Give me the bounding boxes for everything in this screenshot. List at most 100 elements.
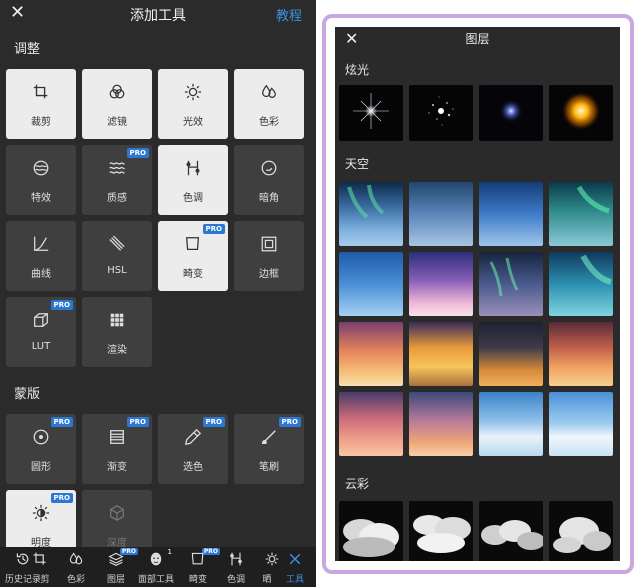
tool-label: 光效: [183, 117, 203, 128]
brightness-icon: [32, 504, 50, 522]
tool-label: HSL: [107, 265, 127, 276]
cloud-icon: [481, 520, 543, 550]
section-title-cloud: 云彩: [345, 477, 370, 491]
tool-tile-curve[interactable]: 曲线: [6, 221, 76, 291]
tool-tile-tone[interactable]: 色调: [158, 145, 228, 215]
eyedropper-icon: [184, 428, 202, 446]
layer-thumb-cloud-2[interactable]: [409, 501, 473, 561]
blue-flare-icon: [499, 99, 523, 123]
layer-thumb-sky-9[interactable]: [339, 322, 403, 386]
face-icon: [150, 552, 162, 566]
layer-thumb-sky-5[interactable]: [339, 252, 403, 316]
tool-label: 暗角: [259, 193, 279, 204]
page-title: 添加工具: [130, 8, 186, 24]
gradient-mask-icon: [110, 430, 124, 444]
layer-thumb-sky-13[interactable]: [339, 392, 403, 456]
sparkle-flare-icon: [428, 96, 454, 126]
add-tool-panel: ✕ 添加工具 教程 调整 裁剪 滤镜 光效 色彩 特效 PRO 质感 色调 暗角…: [0, 0, 316, 587]
mask-tile-gradient[interactable]: PRO 渐变: [82, 414, 152, 484]
layer-thumb-sky-11[interactable]: [479, 322, 543, 386]
layer-thumb-sky-8[interactable]: [549, 252, 613, 316]
tool-label: 笔刷: [259, 462, 279, 473]
screenshot-composite: ✕ 添加工具 教程 调整 裁剪 滤镜 光效 色彩 特效 PRO 质感 色调 暗角…: [0, 0, 640, 587]
layer-thumb-sky-15[interactable]: [479, 392, 543, 456]
pro-badge: PRO: [126, 148, 149, 158]
tool-tile-light[interactable]: 光效: [158, 69, 228, 139]
pro-badge: PRO: [50, 417, 73, 427]
circle-mask-icon: [33, 429, 49, 445]
tool-label: 圆形: [31, 462, 51, 473]
layer-thumb-glare-4[interactable]: [549, 85, 613, 141]
curve-icon: [34, 236, 49, 251]
close-icon: [289, 553, 301, 565]
layer-thumb-glare-2[interactable]: [409, 85, 473, 141]
drops-icon: [262, 84, 276, 98]
layer-thumb-sky-2[interactable]: [409, 182, 473, 246]
filter-icon: [109, 84, 125, 99]
tool-tile-distortion[interactable]: PRO 畸变: [158, 221, 228, 291]
tool-tile-border[interactable]: 边框: [234, 221, 304, 291]
brush-icon: [261, 430, 276, 445]
layer-thumb-sky-3[interactable]: [479, 182, 543, 246]
cloud-icon: [343, 519, 399, 557]
pro-badge: PRO: [50, 300, 73, 310]
layer-thumb-sky-4[interactable]: [549, 182, 613, 246]
toolbar-item-tools[interactable]: 工具: [275, 547, 315, 587]
distortion-icon: [191, 552, 204, 565]
layer-thumb-sky-14[interactable]: [409, 392, 473, 456]
aurora-icon: [576, 185, 610, 214]
tool-label: 特效: [31, 193, 51, 204]
tool-label: 裁剪: [31, 117, 51, 128]
section-title-sky: 天空: [345, 157, 370, 171]
layer-thumb-sky-7[interactable]: [479, 252, 543, 316]
layer-thumb-cloud-4[interactable]: [549, 501, 613, 561]
mask-tile-circle[interactable]: PRO 圆形: [6, 414, 76, 484]
pro-badge: PRO: [50, 493, 73, 503]
aurora-icon: [347, 184, 385, 219]
layer-thumb-cloud-1[interactable]: [339, 501, 403, 561]
toolbar-item-face[interactable]: 1 面部工具: [136, 547, 176, 587]
layer-thumb-sky-1[interactable]: [339, 182, 403, 246]
layer-thumb-sky-12[interactable]: [549, 322, 613, 386]
hsl-icon: [109, 235, 125, 251]
layer-thumb-cloud-3[interactable]: [479, 501, 543, 561]
depth-icon: [110, 505, 124, 521]
drops-icon: [69, 552, 83, 565]
tool-label: 曲线: [31, 269, 51, 280]
layer-thumb-glare-3[interactable]: [479, 85, 543, 141]
texture-icon: [109, 162, 125, 174]
tool-label: 滤镜: [107, 117, 127, 128]
layer-thumb-glare-1[interactable]: [339, 85, 403, 141]
tool-tile-color[interactable]: 色彩: [234, 69, 304, 139]
aurora-icon: [580, 254, 612, 285]
tool-label: 质感: [107, 193, 127, 204]
tutorial-link[interactable]: 教程: [276, 5, 302, 24]
tool-tile-lut[interactable]: PRO LUT: [6, 297, 76, 367]
tone-icon: [230, 552, 242, 566]
tool-tile-filter[interactable]: 滤镜: [82, 69, 152, 139]
tool-tile-texture[interactable]: PRO 质感: [82, 145, 152, 215]
section-title-mask: 蒙版: [14, 387, 41, 402]
distortion-icon: [186, 237, 200, 251]
layer-thumb-sky-16[interactable]: [549, 392, 613, 456]
tool-tile-render[interactable]: 渲染: [82, 297, 152, 367]
crop-icon: [33, 84, 48, 99]
page-title: 图层: [465, 32, 490, 46]
vignette-icon: [261, 160, 277, 176]
tool-tile-vignette[interactable]: 暗角: [234, 145, 304, 215]
mask-tile-select-color[interactable]: PRO 选色: [158, 414, 228, 484]
layer-thumb-sky-10[interactable]: [409, 322, 473, 386]
count-badge: 1: [167, 548, 172, 556]
mask-tile-brush[interactable]: PRO 笔刷: [234, 414, 304, 484]
tool-tile-hsl[interactable]: HSL: [82, 221, 152, 291]
tool-label: 色调: [183, 193, 203, 204]
cloud-icon: [553, 517, 611, 553]
star-flare-icon: [353, 93, 389, 129]
tool-label: 边框: [259, 269, 279, 280]
tool-tile-crop[interactable]: 裁剪: [6, 69, 76, 139]
tool-tile-effects[interactable]: 特效: [6, 145, 76, 215]
tool-label: 选色: [183, 462, 203, 473]
layer-thumb-sky-6[interactable]: [409, 252, 473, 316]
pro-badge: PRO: [126, 417, 149, 427]
toolbar-label: 工具: [285, 575, 304, 585]
